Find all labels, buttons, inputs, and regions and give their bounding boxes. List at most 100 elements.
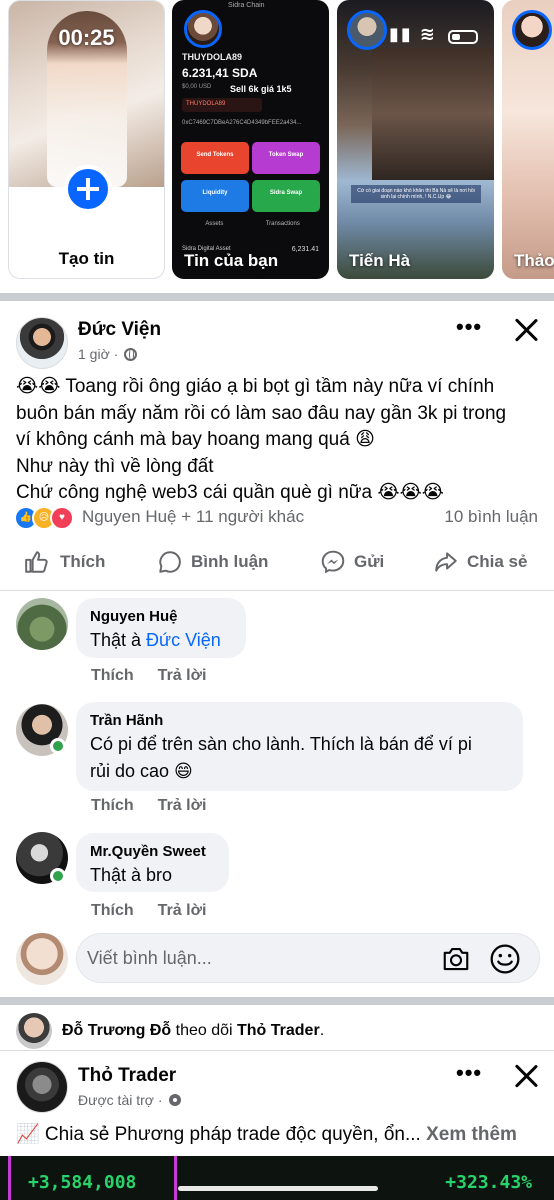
create-story-photo: 00:25	[9, 1, 164, 187]
actions-separator	[0, 590, 554, 591]
post-author-avatar[interactable]	[16, 317, 68, 369]
story-tien-label: Tiến Hà	[349, 251, 411, 270]
comment-bubble: Mr.Quyền Sweet Thật à bro	[76, 833, 229, 892]
more-options-icon[interactable]: •••	[456, 1062, 482, 1084]
wallet-user: THUYDOLA89	[182, 52, 243, 62]
comment-author[interactable]: Trần Hãnh	[90, 711, 509, 731]
comment-input[interactable]: Viết bình luận...	[76, 933, 540, 983]
comment-like-button[interactable]: Thích	[91, 667, 134, 684]
signal-wifi-icon: ▮▮ ≋	[389, 24, 437, 44]
stories-tray: 00:25 Tạo tin Sidra Chain THUYDOLA89 6.2…	[0, 0, 554, 290]
messenger-icon	[321, 550, 345, 574]
follow-end: .	[319, 1022, 325, 1039]
ticker-bar	[174, 1156, 177, 1200]
sponsored-body: 📈 Chia sẻ Phương pháp trade độc quyền, ổ…	[16, 1124, 427, 1145]
camera-icon[interactable]	[441, 944, 471, 974]
share-arrow-icon	[435, 552, 457, 572]
write-comment-row: Viết bình luận...	[0, 930, 554, 986]
globe-icon	[124, 348, 138, 361]
comments-count[interactable]: 10 bình luận	[444, 506, 538, 528]
followed-page-name[interactable]: Thỏ Trader	[237, 1022, 320, 1039]
sponsored-text: 📈 Chia sẻ Phương pháp trade độc quyền, ổ…	[16, 1122, 546, 1146]
section-divider	[0, 997, 554, 1005]
follow-text: Đỗ Trương Đỗ theo dõi Thỏ Trader.	[62, 1022, 324, 1040]
comment-actions: Thích Trả lời	[91, 667, 230, 685]
post-line: ví không cánh mà bay hoang mang quá 😩	[16, 429, 375, 450]
mention-link[interactable]: Đức Viện	[146, 630, 221, 650]
wallet-tag: THUYDOLA89	[182, 98, 262, 112]
battery-icon	[448, 30, 478, 44]
follower-name[interactable]: Đỗ Trương Đỗ	[62, 1022, 171, 1039]
comment-actions: Thích Trả lời	[91, 902, 230, 920]
sponsored-meta: Được tài trợ ·	[78, 1092, 182, 1108]
story-tien-caption: Cứ có giai đoạn nào khó khăn thì Bà Nà s…	[351, 185, 481, 203]
story-tien-avatar	[347, 10, 387, 50]
your-story-card[interactable]: Sidra Chain THUYDOLA89 6.231,41 SDA $0,0…	[172, 0, 329, 279]
home-indicator	[178, 1186, 378, 1191]
reactions-text[interactable]: Nguyen Huệ + 11 người khác	[82, 506, 304, 528]
more-options-icon[interactable]: •••	[456, 316, 482, 338]
post-meta: 1 giờ ·	[78, 346, 138, 362]
wallet-address: 0xC7469C7DBeA276C4D4349bFEE2a434...	[182, 120, 302, 126]
post-author-name[interactable]: Đức Viện	[78, 319, 161, 341]
send-label: Gửi	[354, 552, 385, 571]
post-line: 😭😭 Toang rồi ông giáo ạ bi bọt gì tầm nà…	[16, 376, 495, 397]
close-icon[interactable]	[513, 1063, 539, 1089]
wallet-balance: 6.231,41 SDA	[182, 66, 258, 80]
section-divider	[0, 293, 554, 301]
love-reaction-icon: ♥	[50, 506, 74, 530]
story-card-thao[interactable]: Thảo	[502, 0, 554, 279]
online-status-icon	[50, 868, 66, 884]
comment-text: Thật à Đức Viện	[90, 627, 232, 654]
sponsored-author-avatar[interactable]	[16, 1061, 68, 1113]
your-story-avatar	[184, 10, 222, 48]
gear-icon	[169, 1094, 182, 1106]
comment-like-button[interactable]: Thích	[91, 902, 134, 919]
wallet-send-tokens: Send Tokens	[181, 142, 249, 174]
comment-reply-button[interactable]: Trả lời	[158, 667, 207, 684]
post-body: 😭😭 Toang rồi ông giáo ạ bi bọt gì tầm nà…	[16, 374, 546, 507]
your-story-label: Tin của bạn	[184, 251, 279, 270]
comment-reply-button[interactable]: Trả lời	[158, 902, 207, 919]
ticker-right-value: +323.43%	[445, 1172, 532, 1193]
create-story-label: Tạo tin	[58, 249, 115, 268]
wallet-token-swap: Token Swap	[252, 142, 320, 174]
comment-author[interactable]: Mr.Quyền Sweet	[90, 842, 215, 862]
like-label: Thích	[60, 552, 106, 571]
comment-reply-button[interactable]: Trả lời	[158, 797, 207, 814]
wallet-header: Sidra Chain	[228, 2, 265, 9]
post-line: Chứ công nghệ web3 cái quần què gì nữa 😭…	[16, 482, 444, 503]
trading-ticker-image[interactable]: +3,584,008 +323.43%	[0, 1156, 554, 1200]
add-story-plus-icon[interactable]	[64, 165, 112, 213]
story-tien-photo	[372, 48, 494, 180]
emoji-icon[interactable]	[489, 943, 521, 975]
wallet-asset-value: 6,231.41	[291, 246, 319, 253]
ticker-left-value: +3,584,008	[28, 1172, 137, 1193]
story-thao-label: Thảo	[514, 251, 554, 270]
see-more-link[interactable]: Xem thêm	[426, 1124, 517, 1145]
wallet-usd: $0,00 USD	[182, 84, 212, 90]
comment-author[interactable]: Nguyen Huệ	[90, 607, 232, 627]
wallet-sidra-swap: Sidra Swap	[252, 180, 320, 212]
wallet-sell-note: Sell 6k giá 1k5	[230, 84, 292, 94]
post-time[interactable]: 1 giờ	[78, 346, 110, 362]
comment-bubble: Nguyen Huệ Thật à Đức Viện	[76, 598, 246, 658]
wallet-tabs: Assets Transactions	[181, 221, 320, 233]
close-icon[interactable]	[513, 317, 539, 343]
story-card-tien-ha[interactable]: ▮▮ ≋ Cứ có giai đoạn nào khó khăn thì Bà…	[337, 0, 494, 279]
comment-like-button[interactable]: Thích	[91, 797, 134, 814]
wallet-tab-transactions: Transactions	[265, 221, 300, 227]
wallet-tab-assets: Assets	[205, 221, 224, 227]
follower-avatar[interactable]	[16, 1013, 52, 1049]
comment-bubble-icon	[159, 551, 181, 573]
online-status-icon	[50, 738, 66, 754]
comment-avatar[interactable]	[16, 598, 68, 650]
comment-text: Thật à bro	[90, 865, 173, 885]
comment-input-placeholder: Viết bình luận...	[87, 948, 212, 968]
follow-verb: theo dõi	[171, 1022, 237, 1039]
create-story-card[interactable]: 00:25 Tạo tin	[8, 0, 165, 279]
share-label: Chia sẻ	[467, 552, 528, 571]
comment-text-body: Thật à	[90, 630, 147, 650]
create-story-time: 00:25	[58, 25, 115, 50]
sponsored-author-name[interactable]: Thỏ Trader	[78, 1065, 176, 1087]
